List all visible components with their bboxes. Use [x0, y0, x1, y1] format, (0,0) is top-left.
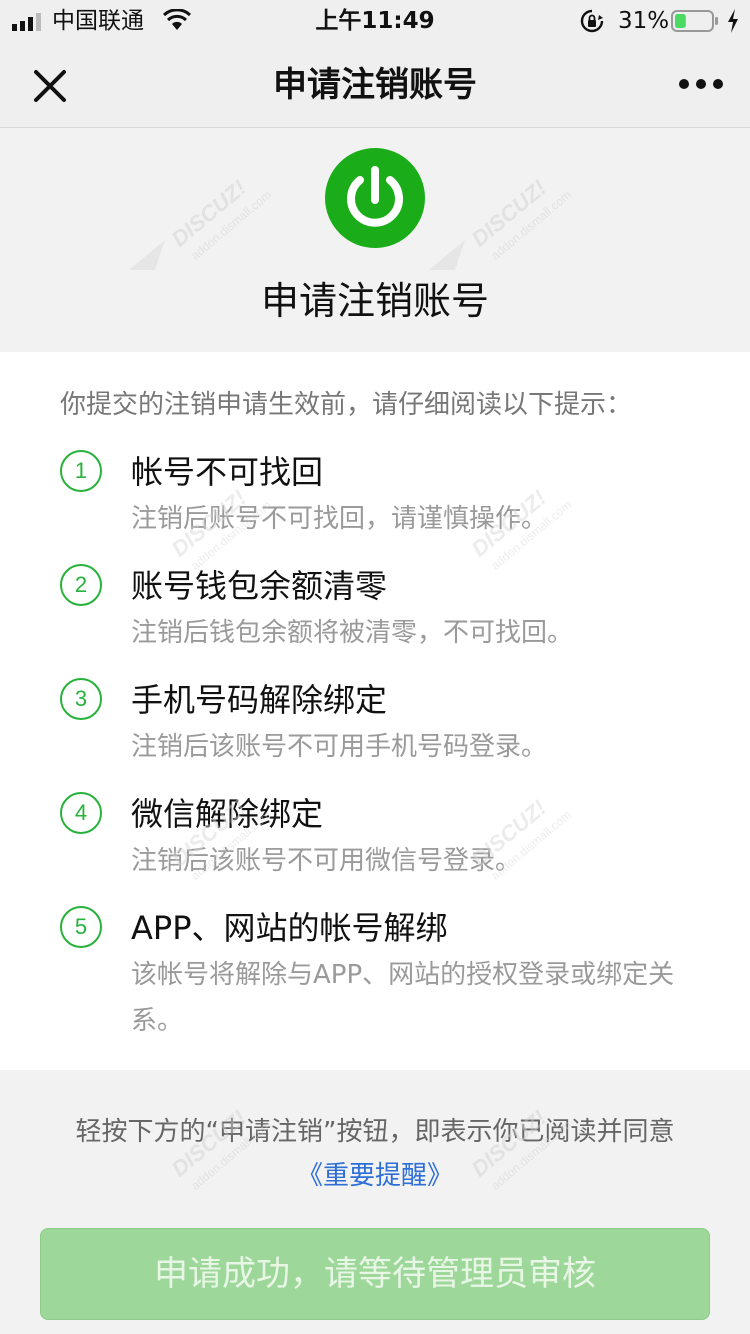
orientation-lock-icon [580, 9, 604, 33]
item-title: 账号钱包余额清零 [131, 567, 388, 605]
important-reminder-link[interactable]: 《重要提醒》 [0, 1156, 750, 1196]
item-number-badge: 5 [60, 906, 102, 948]
hero-section: 申请注销账号 [0, 128, 750, 352]
intro-text: 你提交的注销申请生效前，请仔细阅读以下提示： [60, 390, 633, 420]
agreement-notice: 轻按下方的“申请注销”按钮，即表示你已阅读并同意 [75, 1117, 675, 1147]
nav-bar: 申请注销账号 [0, 42, 750, 128]
battery-icon [671, 10, 718, 32]
item-title: 微信解除绑定 [131, 795, 324, 833]
item-description: 注销后该账号不可用微信号登录。 [131, 846, 522, 876]
item-description: 该帐号将解除与APP、网站的授权登录或绑定关系。 [131, 960, 675, 1036]
battery-percent: 31% [618, 8, 670, 34]
item-number-badge: 3 [60, 678, 102, 720]
page-title: 申请注销账号 [273, 65, 477, 105]
power-icon [325, 148, 425, 248]
item-title: 帐号不可找回 [131, 453, 324, 491]
more-icon[interactable] [676, 74, 726, 94]
submit-cancellation-button[interactable]: 申请成功，请等待管理员审核 [40, 1228, 710, 1320]
status-bar: 中国联通 上午11:49 31% [0, 0, 750, 42]
charging-bolt-icon [728, 9, 738, 33]
notice-list-card: 你提交的注销申请生效前，请仔细阅读以下提示： 1 帐号不可找回 注销后账号不可找… [0, 352, 750, 1070]
item-number-badge: 4 [60, 792, 102, 834]
item-number-badge: 2 [60, 564, 102, 606]
item-title: 手机号码解除绑定 [131, 681, 388, 719]
hero-title: 申请注销账号 [260, 279, 489, 323]
item-number-badge: 1 [60, 450, 102, 492]
item-title: APP、网站的帐号解绑 [131, 909, 448, 947]
item-description: 注销后该账号不可用手机号码登录。 [131, 732, 548, 762]
item-description: 注销后账号不可找回，请谨慎操作。 [131, 504, 548, 534]
item-description: 注销后钱包余额将被清零，不可找回。 [131, 618, 574, 648]
